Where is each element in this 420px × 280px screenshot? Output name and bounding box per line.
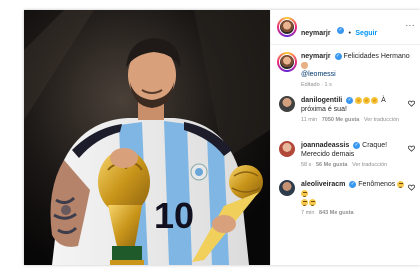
verified-badge-icon: ✓: [337, 27, 345, 35]
post-side-panel: neymarjr ✓ • Seguir ··· neymarjr ✓ Felic…: [270, 10, 420, 265]
comment-meta: 11 min 7050 Me gusta Ver traducción: [301, 117, 409, 123]
instagram-post: 10 neymarjr ✓ • Seguir ··· neymarjr ✓ Fe…: [24, 10, 420, 265]
header-username[interactable]: neymarjr: [301, 30, 331, 37]
comment-time: 58 s: [301, 162, 312, 168]
see-translation-link[interactable]: Ver traducción: [352, 162, 387, 168]
header-separator: •: [348, 30, 351, 37]
comment-meta: 7 min 843 Me gusta: [301, 210, 409, 216]
caption-avatar[interactable]: [279, 54, 295, 70]
comment-time: 7 min: [301, 210, 315, 216]
caption-text-block: neymarjr ✓ Felicidades Hermano @leomessi…: [301, 52, 415, 88]
comment-username[interactable]: aleoliveiracm: [301, 181, 345, 188]
more-options-icon[interactable]: ···: [406, 21, 416, 30]
caption-avatar-ring[interactable]: [277, 52, 297, 72]
caption-text: Felicidades Hermano: [343, 53, 410, 60]
clap-emoji-icon: [371, 96, 379, 104]
comment-likes[interactable]: 843 Me gusta: [319, 210, 354, 216]
comment-item: aleoliveiracm ✓ Fenômenos 7 min 843 Me g…: [271, 178, 420, 216]
comment-meta: 58 s 56 Me gusta Ver traducción: [301, 162, 409, 168]
hug-emoji-icon: [301, 61, 308, 69]
see-translation-link[interactable]: Ver traducción: [364, 117, 399, 123]
jersey-number: 10: [154, 195, 194, 236]
follow-button[interactable]: Seguir: [355, 30, 377, 37]
post-header: neymarjr ✓ • Seguir ···: [271, 10, 420, 45]
commenter-avatar[interactable]: [279, 141, 295, 157]
post-photo[interactable]: 10: [24, 10, 270, 265]
comment-item: danilogentili ✓ À próxima é sua! 11 min …: [271, 94, 420, 130]
author-avatar-ring[interactable]: [277, 17, 297, 37]
heart-icon[interactable]: [408, 184, 415, 191]
heart-icon[interactable]: [408, 100, 415, 107]
comment-body: aleoliveiracm ✓ Fenômenos 7 min 843 Me g…: [301, 180, 409, 216]
heart-icon[interactable]: [408, 145, 415, 152]
comment-username[interactable]: joannadeassis: [301, 142, 349, 149]
messi-trophy-illustration: 10: [24, 10, 270, 265]
caption-username[interactable]: neymarjr: [301, 53, 331, 60]
verified-badge-icon: ✓: [334, 52, 342, 60]
author-avatar[interactable]: [279, 19, 295, 35]
commenter-avatar[interactable]: [279, 96, 295, 112]
emoji-icon: [397, 180, 405, 188]
comment-body: joannadeassis ✓ Craque! Merecido demais …: [301, 141, 409, 168]
clap-emoji-icon: [355, 96, 363, 104]
comment-time: 11 min: [301, 117, 318, 123]
commenter-avatar[interactable]: [279, 180, 295, 196]
verified-badge-icon: ✓: [353, 141, 361, 149]
clap-emoji-icon: [363, 96, 371, 104]
comment-username[interactable]: danilogentili: [301, 97, 342, 104]
comment-likes[interactable]: 56 Me gusta: [316, 162, 347, 168]
emoji-icon: [301, 198, 308, 206]
caption-mention[interactable]: @leomessi: [301, 71, 336, 78]
comment-body: danilogentili ✓ À próxima é sua! 11 min …: [301, 96, 409, 123]
caption-block: neymarjr ✓ Felicidades Hermano @leomessi…: [271, 48, 420, 88]
verified-badge-icon: ✓: [346, 96, 354, 104]
comment-text: Fenômenos: [358, 181, 396, 188]
emoji-icon: [301, 189, 308, 197]
header-user-line: neymarjr ✓ • Seguir: [301, 22, 377, 40]
comment-item: joannadeassis ✓ Craque! Merecido demais …: [271, 139, 420, 175]
verified-badge-icon: ✓: [349, 180, 357, 188]
emoji-icon: [309, 198, 316, 206]
comment-likes[interactable]: 7050 Me gusta: [322, 117, 360, 123]
caption-meta: Editado · 1 s: [301, 82, 332, 88]
